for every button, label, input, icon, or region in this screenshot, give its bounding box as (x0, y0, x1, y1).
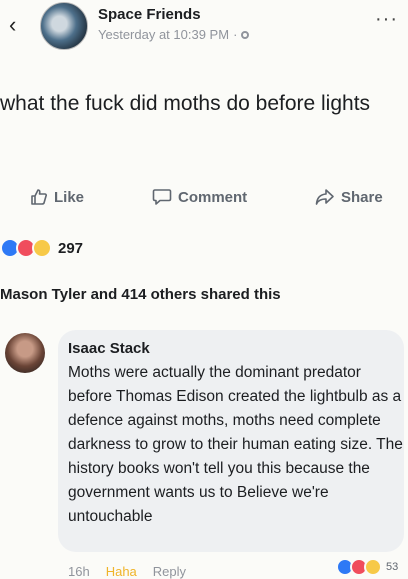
share-label: Share (341, 188, 383, 206)
comment-label: Comment (178, 188, 248, 206)
share-button[interactable]: Share (315, 188, 383, 206)
share-arrow-icon (315, 189, 334, 205)
comment-button[interactable]: Comment (152, 188, 247, 206)
comment-text: Moths were actually the dominant predato… (68, 364, 403, 525)
like-label: Like (54, 188, 85, 206)
comment-reaction-count: 53 (386, 561, 399, 573)
reply-link[interactable]: Reply (153, 564, 186, 579)
page-avatar[interactable] (40, 2, 88, 50)
comment-reactions[interactable]: 53 (336, 558, 398, 576)
shares-summary[interactable]: Mason Tyler and 414 others shared this (0, 286, 281, 303)
post-text: what the fuck did moths do before lights (0, 92, 371, 115)
wow-reaction-icon (32, 238, 52, 258)
comment-footer: 16h Haha Reply (68, 564, 186, 579)
comment-haha-reaction-icon (364, 558, 382, 576)
like-thumb-icon (31, 189, 47, 205)
post-timestamp[interactable]: Yesterday at 10:39 PM (98, 27, 229, 42)
reaction-summary[interactable]: 297 (0, 238, 83, 258)
commenter-name[interactable]: Isaac Stack (68, 340, 150, 357)
page-name[interactable]: Space Friends (98, 6, 201, 23)
haha-reaction-link[interactable]: Haha (106, 564, 137, 579)
commenter-avatar[interactable] (5, 333, 45, 373)
comment-bubble-icon (152, 189, 172, 205)
post-meta: Yesterday at 10:39 PM · (98, 27, 250, 42)
reaction-count: 297 (58, 239, 84, 257)
meta-separator: · (233, 27, 238, 42)
back-arrow-icon[interactable]: ‹ (9, 14, 16, 36)
more-options-icon[interactable]: ··· (375, 8, 398, 31)
comment-time[interactable]: 16h (68, 564, 90, 579)
privacy-gear-icon (241, 30, 250, 39)
like-button[interactable]: Like (30, 188, 84, 206)
action-bar: Like Comment Share (0, 188, 408, 212)
